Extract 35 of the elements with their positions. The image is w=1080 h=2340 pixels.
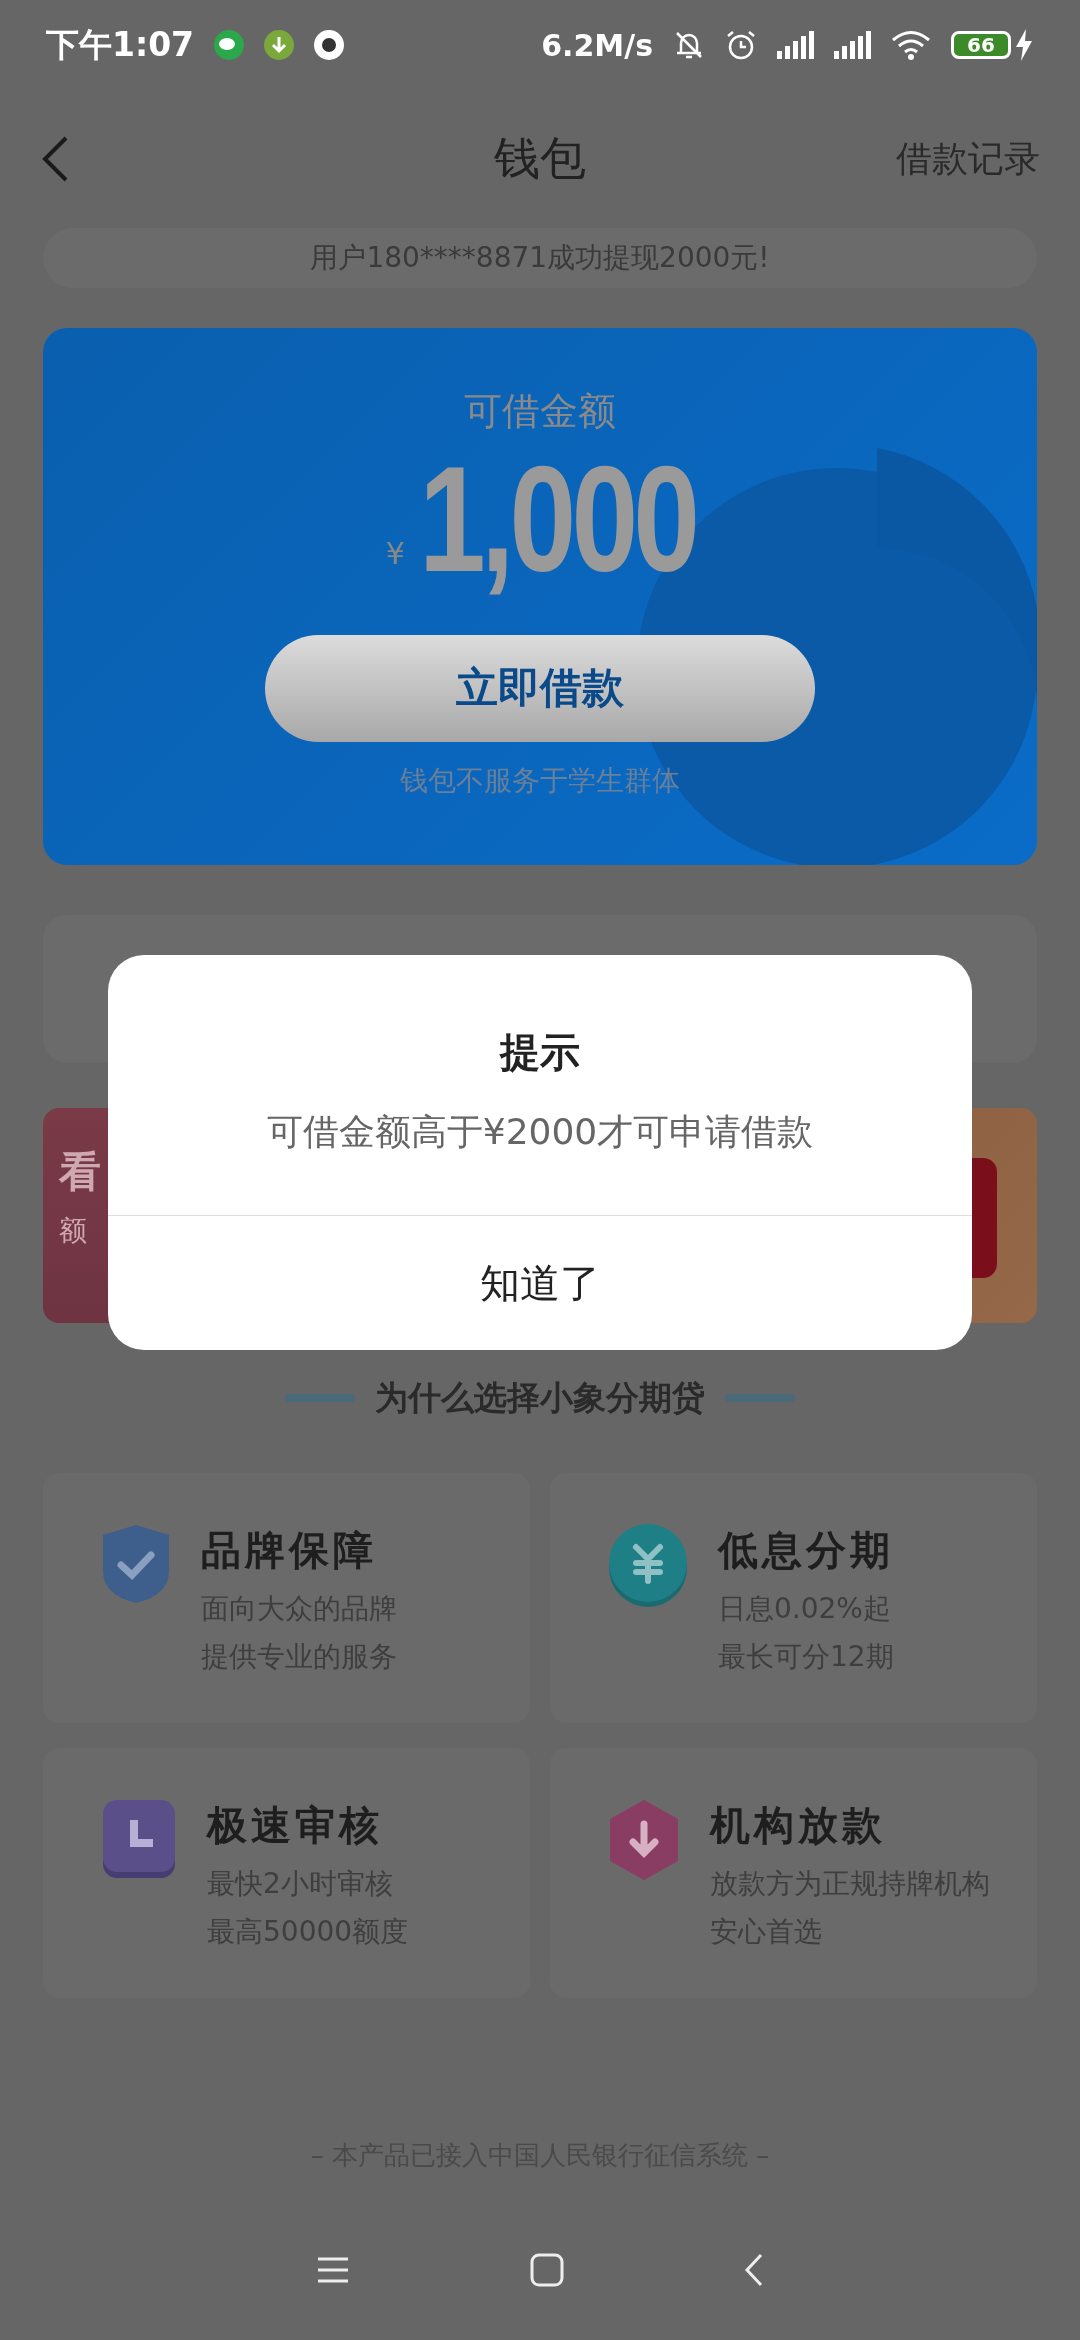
section-title: 为什么选择小象分期贷	[375, 1376, 705, 1419]
dialog-ok-button[interactable]: 知道了	[108, 1216, 972, 1350]
signal-icon	[834, 31, 871, 59]
dialog-message: 可借金额高于¥2000才可申请借款	[266, 1110, 814, 1154]
available-amount-label: 可借金额	[464, 388, 616, 435]
dialog-title: 提示	[500, 1028, 580, 1077]
borrow-now-button[interactable]: 立即借款	[265, 634, 815, 742]
status-time: 下午1:07	[46, 23, 195, 66]
available-amount: 1,000	[418, 441, 696, 599]
card-note: 钱包不服务于学生群体	[400, 762, 680, 799]
feature-title: 低息分期	[718, 1526, 894, 1575]
feature-title: 品牌保障	[201, 1526, 378, 1575]
network-speed: 6.2M/s	[541, 27, 653, 63]
signal-icon	[777, 31, 814, 59]
banner-title: 看	[59, 1146, 102, 1198]
battery-level: 66	[951, 31, 1011, 59]
download-icon	[264, 30, 295, 60]
menu-icon[interactable]	[316, 2256, 350, 2284]
feature-title: 极速审核	[207, 1801, 384, 1850]
currency-symbol: ¥	[385, 535, 405, 571]
yuan-coin-icon	[608, 1523, 688, 1609]
back-button[interactable]	[40, 135, 70, 183]
charging-icon	[1014, 29, 1034, 61]
page-title: 钱包	[494, 131, 586, 185]
back-icon[interactable]	[744, 2253, 764, 2287]
record-icon	[314, 30, 345, 60]
feature-title: 机构放款	[710, 1801, 887, 1850]
banner-subtitle: 额	[59, 1213, 88, 1249]
alarm-icon	[725, 29, 757, 61]
chat-app-icon	[214, 30, 245, 60]
home-icon[interactable]	[530, 2253, 564, 2287]
wifi-icon	[891, 30, 931, 60]
download-hexagon-icon	[608, 1798, 680, 1882]
shield-icon	[101, 1523, 171, 1605]
clock-icon	[101, 1798, 177, 1880]
